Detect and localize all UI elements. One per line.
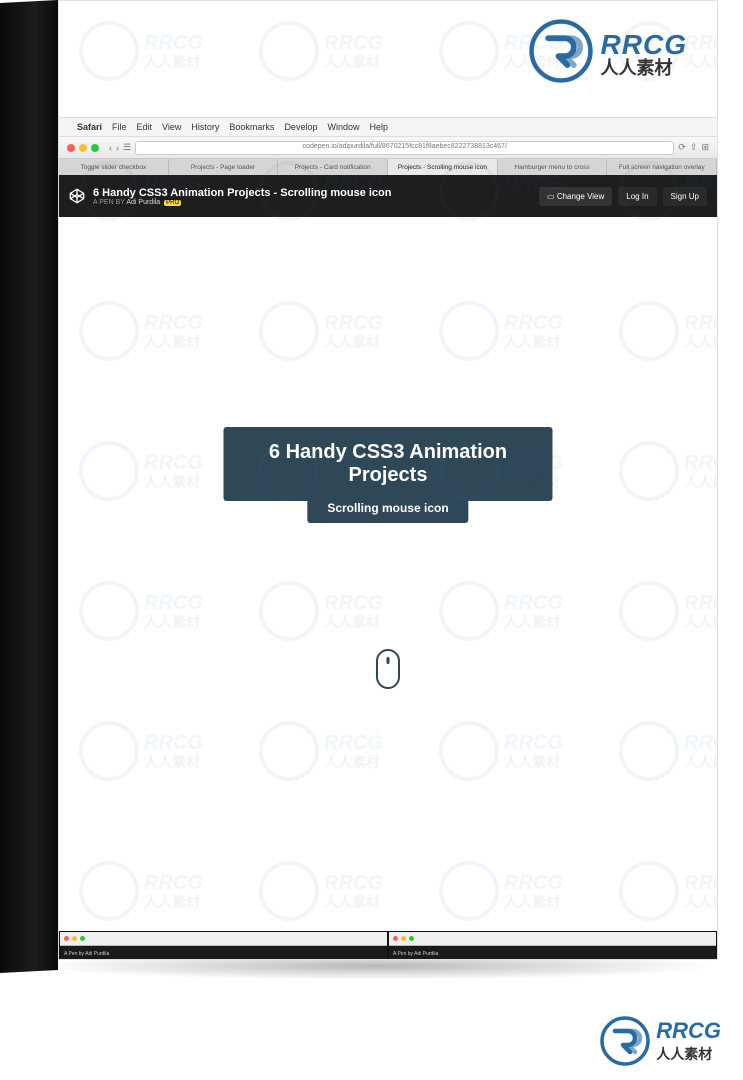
browser-tabs: Toggle slider checkbox Projects - Page l… [59, 159, 717, 175]
reload-icon[interactable]: ⟳ [678, 142, 686, 153]
pen-author[interactable]: Adi Purdila [126, 199, 160, 206]
menu-bookmarks[interactable]: Bookmarks [229, 122, 274, 132]
share-icon[interactable]: ⇪ [690, 142, 698, 153]
pen-title: 6 Handy CSS3 Animation Projects - Scroll… [93, 187, 392, 199]
box-front: RRCG 人人素材 Safari File Edit View History … [58, 0, 718, 960]
mouse-scroll-icon [376, 649, 400, 689]
hero-subtitle: Scrolling mouse icon [307, 493, 468, 523]
hero-card: 6 Handy CSS3 Animation Projects [224, 427, 553, 501]
top-brand-logo: RRCG 人人素材 [529, 19, 687, 88]
thumbnail-strip: A Pen by Adi Purdila HTML Untitled CSS p… [59, 931, 717, 960]
menu-window[interactable]: Window [327, 122, 359, 132]
minimize-window-icon[interactable] [79, 144, 87, 152]
codepen-header: 6 Handy CSS3 Animation Projects - Scroll… [59, 175, 717, 217]
menu-history[interactable]: History [191, 122, 219, 132]
pro-badge: PRO [164, 200, 181, 206]
mini-screenshot-left: A Pen by Adi Purdila HTML Untitled CSS p… [59, 931, 388, 960]
footer-brand-cn: 人人素材 [656, 1044, 721, 1064]
traffic-lights [67, 144, 99, 152]
menu-app[interactable]: Safari [77, 122, 102, 132]
tab-toggle-slider[interactable]: Toggle slider checkbox [59, 159, 169, 175]
back-icon[interactable]: ‹ [109, 143, 112, 153]
hero-heading: 6 Handy CSS3 Animation Projects [250, 441, 527, 487]
forward-icon[interactable]: › [116, 143, 119, 153]
mac-menu-bar: Safari File Edit View History Bookmarks … [59, 117, 717, 137]
codepen-logo-icon[interactable] [69, 188, 85, 204]
tab-fullscreen-nav[interactable]: Full screen navigation overlay [607, 159, 717, 175]
maximize-window-icon[interactable] [91, 144, 99, 152]
mini-screenshot-right: A Pen by Adi Purdila HTML Untitled CSS .… [388, 931, 717, 960]
login-button[interactable]: Log In [618, 187, 656, 206]
pen-preview-canvas: 6 Handy CSS3 Animation Projects Scrollin… [59, 217, 717, 959]
tab-card-notification[interactable]: Projects - Card notification [278, 159, 388, 175]
tab-scrolling-mouse[interactable]: Projects - Scrolling mouse icon [388, 159, 498, 175]
menu-view[interactable]: View [162, 122, 181, 132]
browser-toolbar: ‹ › ☰ codepen.io/adipurdila/full/8670215… [59, 137, 717, 159]
menu-file[interactable]: File [112, 122, 127, 132]
box-spine [0, 0, 58, 973]
tabs-icon[interactable]: ⊞ [701, 142, 709, 153]
menu-develop[interactable]: Develop [284, 122, 317, 132]
menu-edit[interactable]: Edit [137, 122, 153, 132]
tab-page-loader[interactable]: Projects - Page loader [169, 159, 279, 175]
signup-button[interactable]: Sign Up [663, 187, 707, 206]
brand-en: RRCG [601, 31, 687, 59]
change-view-button[interactable]: ▭ Change View [539, 187, 612, 206]
footer-brand-logo: RRCG 人人素材 [600, 1016, 721, 1066]
sidebar-icon[interactable]: ☰ [123, 142, 131, 153]
brand-cn: 人人素材 [601, 59, 687, 77]
address-field[interactable]: codepen.io/adipurdila/full/8670215fcc81f… [135, 141, 674, 155]
close-window-icon[interactable] [67, 144, 75, 152]
brand-mark-icon [529, 19, 593, 88]
pen-byline: A PEN BY Adi Purdila PRO [93, 199, 392, 206]
menu-help[interactable]: Help [369, 122, 388, 132]
tab-hamburger[interactable]: Hamburger menu to cross [498, 159, 608, 175]
footer-brand-en: RRCG [656, 1018, 721, 1044]
